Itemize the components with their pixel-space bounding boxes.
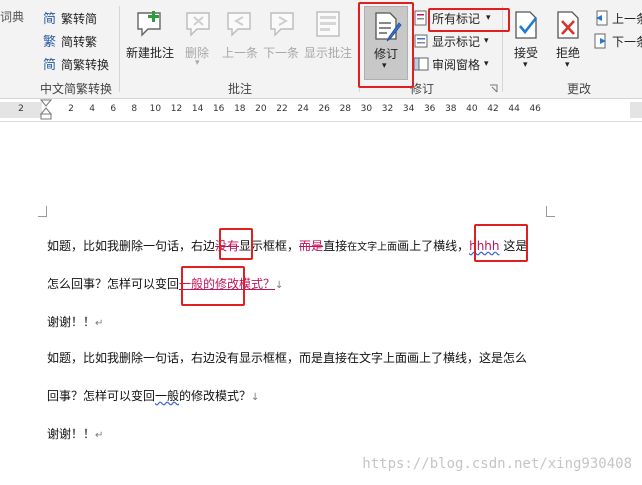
ruler-number: 46 xyxy=(529,104,541,114)
accept-icon xyxy=(515,11,538,39)
simplified-traditional-icon: 繁 xyxy=(43,34,56,49)
dropdown-arrow-icon: ▾ xyxy=(565,60,570,70)
deleted-text: 而是 xyxy=(299,239,324,253)
margin-corner-mark xyxy=(38,206,47,217)
margin-corner-mark xyxy=(546,206,555,217)
tracking-group-label: 修订 xyxy=(410,82,435,96)
ruler-number: 28 xyxy=(339,104,352,114)
ruler-number: 32 xyxy=(381,104,394,114)
ruler-number: 14 xyxy=(191,104,204,114)
next-change-icon xyxy=(594,33,606,49)
track-changes-button[interactable]: 修订 ▾ xyxy=(364,6,408,80)
reviewing-pane-button[interactable]: 审阅窗格 ▾ xyxy=(413,54,489,74)
ruler-right-margin xyxy=(630,102,642,118)
new-comment-button[interactable]: 新建批注 xyxy=(123,6,179,72)
indent-marker-icon[interactable] xyxy=(40,99,52,121)
horizontal-ruler[interactable]: 2 2 4 6 8 10 12 14 16 18 20 22 24 26 28 30 32 34 36 38 40 42… xyxy=(0,99,642,122)
next-comment-icon xyxy=(270,12,294,37)
ruler-number: 2 xyxy=(68,104,74,114)
svg-text:繁: 繁 xyxy=(43,34,56,49)
ruler-number: 44 xyxy=(508,104,520,114)
grammar-flag-text: 一般 xyxy=(155,389,180,403)
reject-change-button[interactable]: 拒绝 ▾ xyxy=(550,6,588,78)
paragraph-2[interactable]: 怎么回事？怎样可以变回一般的修改模式？↓ xyxy=(47,275,283,292)
paragraph-mark: ↵ xyxy=(95,430,104,441)
dictionary-label-cut: 词典 xyxy=(0,10,25,24)
group-separator xyxy=(119,6,120,92)
ruler-number: 4 xyxy=(89,104,95,114)
ruler-number: 12 xyxy=(170,104,183,114)
show-markup-button[interactable]: 显示标记 ▾ xyxy=(413,31,489,51)
ruler-number: 2 xyxy=(18,104,24,114)
dropdown-arrow-icon: ▾ xyxy=(195,58,200,68)
group-separator xyxy=(502,6,503,92)
line-break-mark: ↓ xyxy=(275,280,284,291)
dropdown-arrow-icon: ▾ xyxy=(382,61,387,71)
new-comment-icon xyxy=(137,11,161,37)
show-comments-button[interactable]: 显示批注 xyxy=(304,6,356,72)
changes-group-label: 更改 xyxy=(567,82,592,96)
ruler-number: 26 xyxy=(318,104,330,114)
paragraph-1[interactable]: 如题，比如我删除一句话，右边没有显示框框，而是直接在文字上面画上了横线，hhhh… xyxy=(47,237,527,254)
markup-mode-select[interactable]: 所有标记 ▾ xyxy=(413,8,505,28)
ruler-number: 6 xyxy=(110,104,117,114)
traditional-to-simplified-button[interactable]: 简 繁转简 xyxy=(42,8,97,28)
ruler-number: 34 xyxy=(402,104,415,114)
simplified-to-traditional-button[interactable]: 繁 简转繁 xyxy=(42,31,97,51)
next-comment-button[interactable]: 下一条 xyxy=(262,6,304,72)
show-comments-icon xyxy=(316,11,340,37)
comments-group-label: 批注 xyxy=(228,82,253,96)
show-markup-icon xyxy=(414,34,428,48)
ruler-number: 24 xyxy=(297,104,309,114)
ruler-number: 16 xyxy=(212,104,225,114)
chinese-convert-button[interactable]: 简 简繁转换 xyxy=(42,54,109,74)
reject-icon xyxy=(557,11,579,39)
paragraph-mark: ↵ xyxy=(95,318,104,329)
inserted-text: hhhh xyxy=(469,239,500,253)
previous-change-icon xyxy=(596,10,608,26)
chinese-convert-icon: 简 xyxy=(43,57,56,72)
accept-change-button[interactable]: 接受 ▾ xyxy=(508,6,546,78)
watermark: https://blog.csdn.net/xing930408 xyxy=(362,456,632,472)
paragraph-5[interactable]: 回事？怎样可以变回一般的修改模式？↓ xyxy=(47,387,259,404)
reviewing-pane-icon xyxy=(413,57,429,71)
paragraph-6[interactable]: 谢谢！！↵ xyxy=(47,425,103,442)
paragraph-4[interactable]: 如题，比如我删除一句话，右边没有显示框框，而是直接在文字上面画上了横线，这是怎么 xyxy=(47,349,527,366)
next-change-button[interactable]: 下一条 xyxy=(593,31,642,51)
ruler-number: 8 xyxy=(131,104,138,114)
chinese-convert-group-label: 中文简繁转换 xyxy=(40,82,113,96)
ruler-number: 20 xyxy=(255,104,267,114)
paragraph-3[interactable]: 谢谢！！↵ xyxy=(47,313,103,330)
ruler-number: 10 xyxy=(149,104,162,114)
markup-display-icon xyxy=(414,10,427,26)
ruler-number: 40 xyxy=(466,104,478,114)
dropdown-arrow-icon: ▾ xyxy=(484,59,489,69)
delete-comment-button[interactable]: 删除 ▾ xyxy=(181,6,215,72)
svg-text:简: 简 xyxy=(43,57,56,72)
ruler-number: 38 xyxy=(445,104,457,114)
document-page[interactable]: 如题，比如我删除一句话，右边没有显示框框，而是直接在文字上面画上了横线，hhhh… xyxy=(0,122,642,485)
svg-text:简: 简 xyxy=(43,11,56,26)
deleted-text: 没有 xyxy=(215,239,240,253)
ruler-number: 18 xyxy=(234,104,246,114)
ruler-number: 36 xyxy=(423,104,436,114)
dropdown-arrow-icon: ▾ xyxy=(486,13,491,23)
group-separator xyxy=(359,6,360,92)
dropdown-arrow-icon: ▾ xyxy=(523,60,528,70)
dialog-launcher-icon[interactable] xyxy=(489,84,498,93)
traditional-simplified-icon: 简 xyxy=(43,11,56,26)
previous-comment-button[interactable]: 上一条 xyxy=(219,6,261,72)
dropdown-arrow-icon: ▾ xyxy=(484,36,489,46)
previous-comment-icon xyxy=(227,12,251,37)
track-changes-icon xyxy=(375,12,402,42)
delete-comment-icon xyxy=(186,12,210,37)
ruler-number: 22 xyxy=(276,104,288,114)
review-ribbon: 词典 简 繁转简 繁 简转繁 简 简繁转换 中文简繁转换 新建批注 删除 ▾ 上… xyxy=(0,0,642,99)
inserted-text: 一般的修改模式？ xyxy=(179,277,276,291)
ruler-number: 30 xyxy=(360,104,373,114)
ruler-number: 42 xyxy=(487,104,499,114)
line-break-mark: ↓ xyxy=(251,392,260,403)
previous-change-button[interactable]: 上一条 xyxy=(593,8,642,28)
